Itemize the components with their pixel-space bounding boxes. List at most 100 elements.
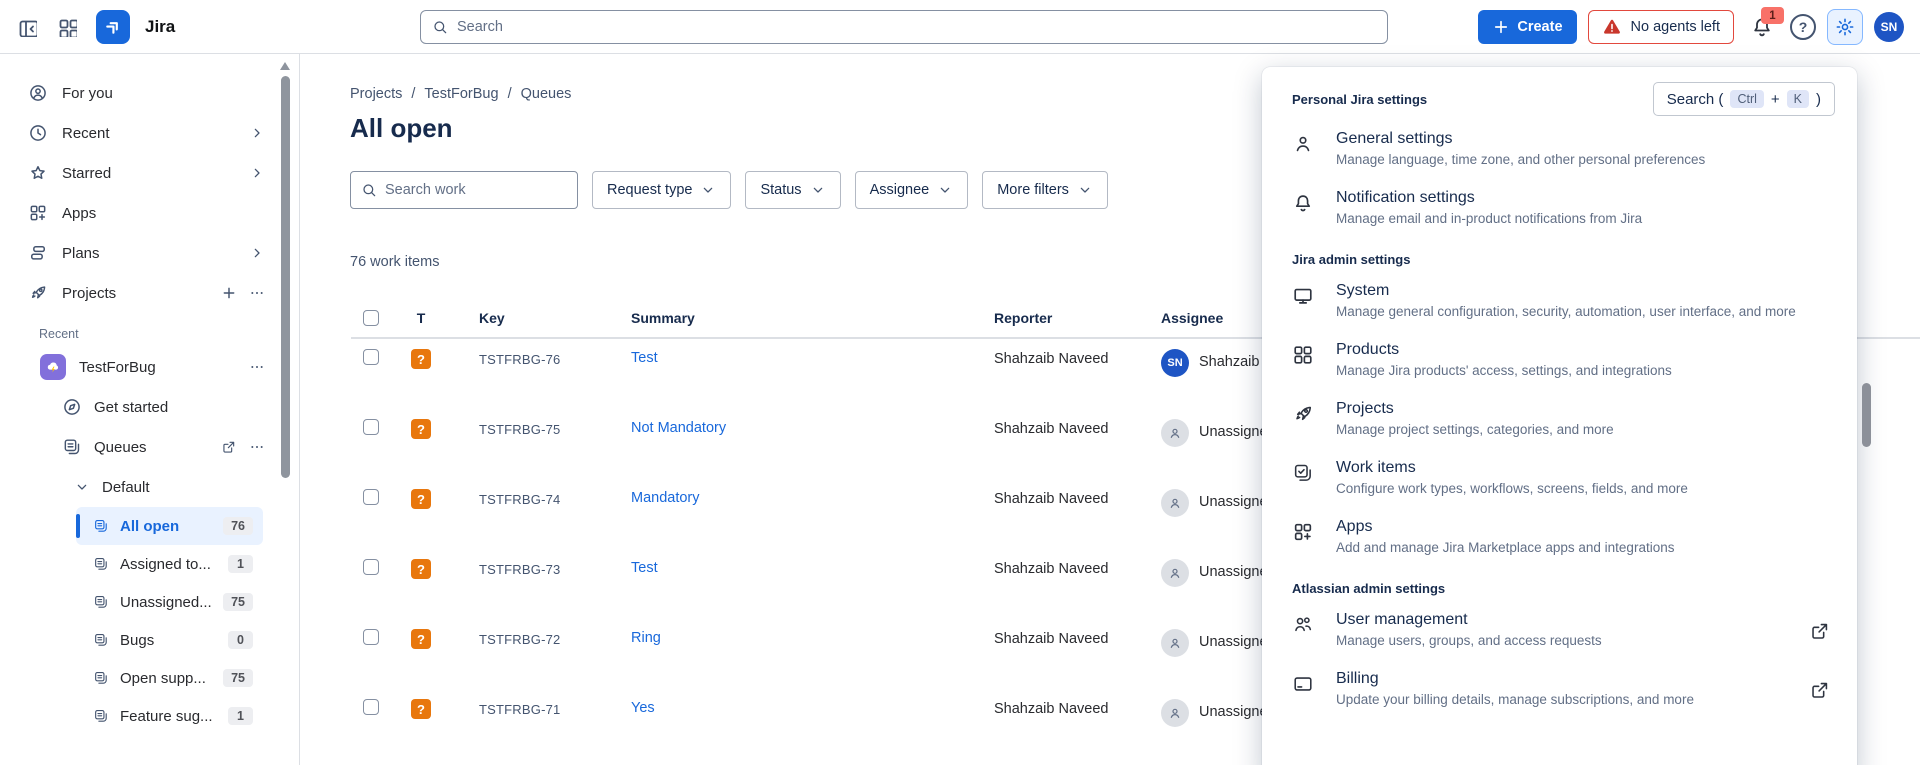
unassigned-avatar (1161, 489, 1189, 517)
menu-item-user-management[interactable]: User management Manage users, groups, an… (1262, 600, 1857, 659)
work-item-summary-link[interactable]: Test (631, 350, 658, 366)
more-filters-button[interactable]: More filters (982, 171, 1108, 209)
breadcrumb-testforbug[interactable]: TestForBug (424, 86, 498, 102)
search-icon (432, 19, 448, 35)
app-switcher-button[interactable] (50, 10, 84, 44)
sidebar-scroll-up-arrow[interactable] (280, 62, 290, 70)
chevron-down-icon (1077, 182, 1093, 198)
more-options-icon[interactable] (249, 439, 265, 455)
menu-item-work-items[interactable]: Work items Configure work types, workflo… (1262, 448, 1857, 507)
column-header-reporter[interactable]: Reporter (965, 310, 1133, 326)
notifications-button[interactable]: 1 (1745, 10, 1779, 44)
row-checkbox[interactable] (363, 349, 379, 365)
open-in-new-icon[interactable] (221, 439, 237, 455)
breadcrumb-projects[interactable]: Projects (350, 86, 402, 102)
work-item-summary-link[interactable]: Test (631, 560, 658, 576)
chevron-right-icon (249, 245, 265, 261)
page-scrollbar[interactable] (1862, 383, 1871, 447)
menu-item-billing[interactable]: Billing Update your billing details, man… (1262, 659, 1857, 718)
add-project-icon[interactable] (221, 285, 237, 301)
queue-group-default[interactable]: Default (0, 467, 299, 507)
more-options-icon[interactable] (249, 285, 265, 301)
star-icon (28, 163, 48, 183)
task-checklist-icon (1292, 462, 1314, 484)
sidebar-item-queues[interactable]: Queues (0, 427, 299, 467)
menu-item-apps[interactable]: Apps Add and manage Jira Marketplace app… (1262, 507, 1857, 566)
select-all-checkbox[interactable] (363, 310, 379, 326)
queue-count-badge: 1 (228, 707, 253, 725)
gear-icon (1835, 17, 1855, 37)
queue-item-assigned-to-me[interactable]: Assigned to... 1 (76, 545, 263, 583)
queue-item-label: Assigned to... (120, 556, 211, 573)
row-checkbox[interactable] (363, 559, 379, 575)
row-checkbox[interactable] (363, 419, 379, 435)
menu-item-description: Manage users, groups, and access request… (1336, 633, 1602, 648)
plus-icon (1492, 18, 1510, 36)
work-item-summary-link[interactable]: Mandatory (631, 490, 700, 506)
chevron-right-icon (249, 165, 265, 181)
question-type-icon: ? (411, 699, 431, 719)
column-header-type[interactable]: T (391, 310, 451, 326)
global-search[interactable] (420, 10, 1388, 44)
sidebar-item-plans[interactable]: Plans (0, 233, 299, 273)
menu-item-products[interactable]: Products Manage Jira products' access, s… (1262, 330, 1857, 389)
panel-collapse-icon (17, 17, 37, 37)
work-search[interactable] (350, 171, 578, 209)
status-filter[interactable]: Status (745, 171, 840, 209)
row-checkbox[interactable] (363, 489, 379, 505)
sidebar-item-get-started[interactable]: Get started (0, 387, 299, 427)
create-button-label: Create (1517, 19, 1562, 35)
global-search-input[interactable] (457, 19, 1376, 35)
menu-item-description: Manage Jira products' access, settings, … (1336, 363, 1672, 378)
sidebar-item-for-you[interactable]: For you (0, 73, 299, 113)
request-type-filter[interactable]: Request type (592, 171, 731, 209)
sidebar-item-projects[interactable]: Projects (0, 273, 299, 313)
column-header-summary[interactable]: Summary (601, 310, 965, 326)
sidebar: For you Recent Starred Apps Plans Projec… (0, 54, 300, 765)
more-options-icon[interactable] (249, 359, 265, 375)
jira-logo[interactable] (96, 10, 130, 44)
create-button[interactable]: Create (1478, 10, 1576, 44)
work-item-key: TSTFRBG-75 (451, 419, 601, 437)
work-item-summary-link[interactable]: Not Mandatory (631, 420, 726, 436)
column-header-key[interactable]: Key (451, 310, 601, 326)
sidebar-item-starred[interactable]: Starred (0, 153, 299, 193)
project-name: TestForBug (79, 359, 156, 376)
queue-item-open-support[interactable]: Open supp... 75 (76, 659, 263, 697)
row-checkbox[interactable] (363, 629, 379, 645)
queue-item-feature-suggestions[interactable]: Feature sug... 1 (76, 697, 263, 735)
sidebar-project-testforbug[interactable]: TestForBug (0, 347, 299, 387)
menu-item-general-settings[interactable]: General settings Manage language, time z… (1262, 119, 1857, 178)
sidebar-scrollbar[interactable] (281, 76, 290, 478)
no-agents-left-button[interactable]: No agents left (1588, 10, 1734, 44)
work-item-key: TSTFRBG-73 (451, 559, 601, 577)
question-type-icon: ? (411, 629, 431, 649)
rocket-icon (1292, 403, 1314, 425)
sidebar-item-apps[interactable]: Apps (0, 193, 299, 233)
question-type-icon: ? (411, 559, 431, 579)
menu-item-description: Manage language, time zone, and other pe… (1336, 152, 1705, 167)
collapse-sidebar-button[interactable] (10, 10, 44, 44)
settings-search-button[interactable]: Search ( Ctrl + K ) (1653, 82, 1835, 116)
menu-item-system[interactable]: System Manage general configuration, sec… (1262, 271, 1857, 330)
help-button[interactable]: ? (1790, 14, 1816, 40)
work-search-input[interactable] (385, 182, 567, 198)
assignee-filter[interactable]: Assignee (855, 171, 969, 209)
queue-item-all-open[interactable]: All open 76 (76, 507, 263, 545)
filter-label: Request type (607, 182, 692, 198)
breadcrumb-queues[interactable]: Queues (521, 86, 572, 102)
queue-item-bugs[interactable]: Bugs 0 (76, 621, 263, 659)
filter-label: More filters (997, 182, 1069, 198)
menu-item-title: User management (1336, 611, 1602, 629)
work-item-summary-link[interactable]: Yes (631, 700, 655, 716)
settings-button[interactable] (1827, 9, 1863, 45)
app-switcher-icon (57, 17, 77, 37)
user-avatar[interactable]: SN (1874, 12, 1904, 42)
sidebar-item-recent[interactable]: Recent (0, 113, 299, 153)
menu-item-notification-settings[interactable]: Notification settings Manage email and i… (1262, 178, 1857, 237)
work-item-summary-link[interactable]: Ring (631, 630, 661, 646)
queue-item-unassigned[interactable]: Unassigned... 75 (76, 583, 263, 621)
menu-item-projects[interactable]: Projects Manage project settings, catego… (1262, 389, 1857, 448)
apps-icon (1292, 521, 1314, 543)
row-checkbox[interactable] (363, 699, 379, 715)
